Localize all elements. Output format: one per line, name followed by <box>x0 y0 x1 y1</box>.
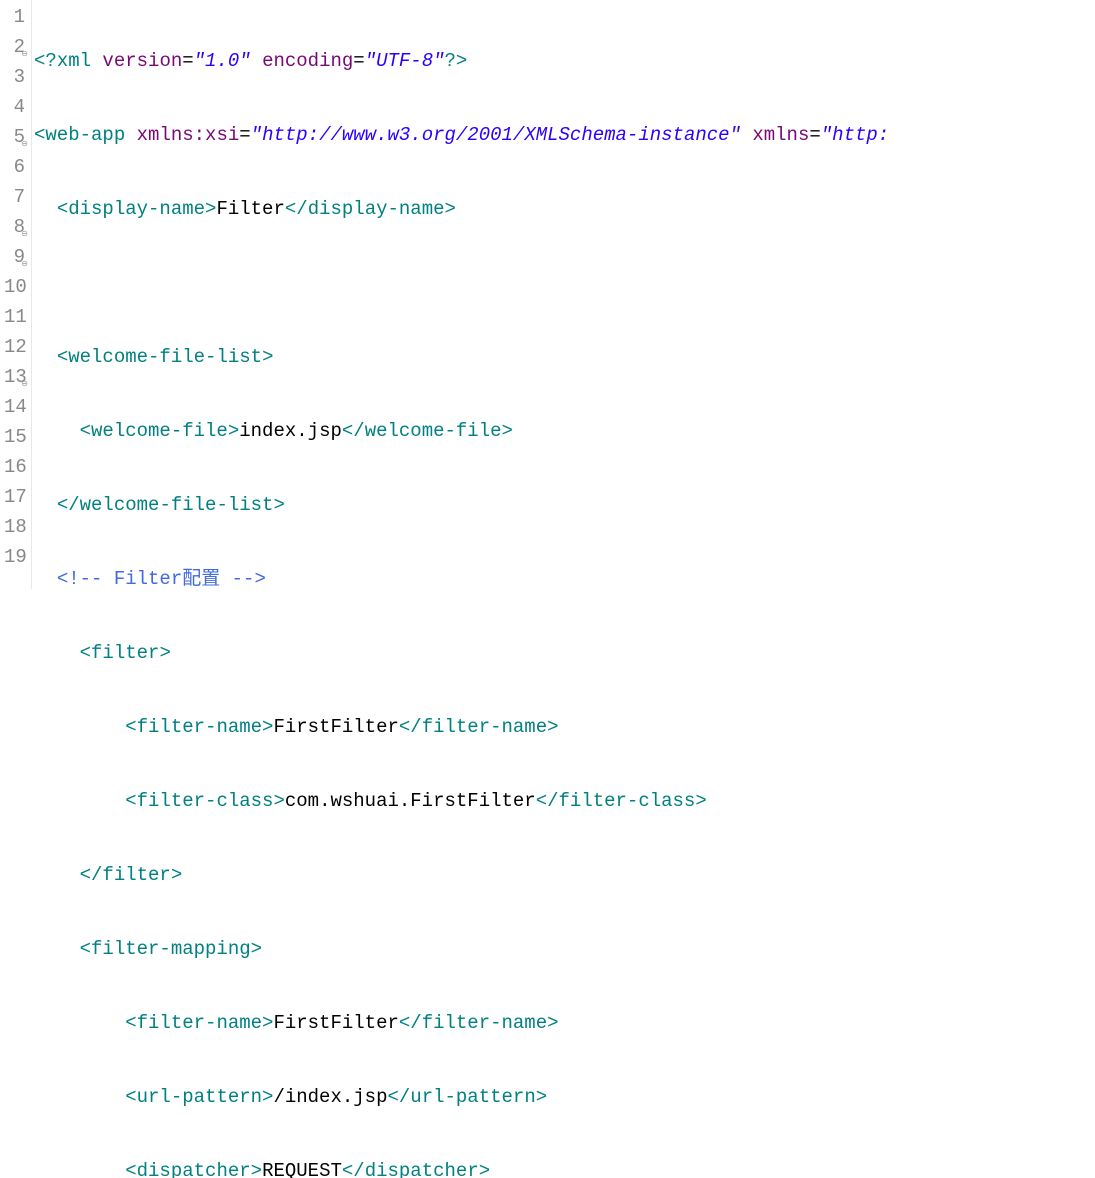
code-line[interactable]: <!-- Filter配置 --> <box>34 564 1095 594</box>
line-number: 7 <box>4 182 25 212</box>
line-number: 11 <box>4 302 25 332</box>
line-number: 14 <box>4 392 25 422</box>
line-number: 6 <box>4 152 25 182</box>
code-line[interactable]: <url-pattern>/index.jsp</url-pattern> <box>34 1082 1095 1112</box>
code-line[interactable]: </welcome-file-list> <box>34 490 1095 520</box>
line-number: 17 <box>4 482 25 512</box>
code-line[interactable]: <filter-class>com.wshuai.FirstFilter</fi… <box>34 786 1095 816</box>
code-line[interactable]: <filter-mapping> <box>34 934 1095 964</box>
line-number: 12 <box>4 332 25 362</box>
code-line[interactable] <box>34 268 1095 298</box>
line-number: 15 <box>4 422 25 452</box>
line-number: 9⊖ <box>4 242 25 272</box>
code-line[interactable]: <filter-name>FirstFilter</filter-name> <box>34 712 1095 742</box>
line-number: 19 <box>4 542 25 572</box>
line-number: 5⊖ <box>4 122 25 152</box>
line-number-gutter: 1 2⊖ 3 4 5⊖ 6 7 8⊖ 9⊖ 10 11 12 13⊖ 14 15… <box>0 0 32 589</box>
line-number: 3 <box>4 62 25 92</box>
code-line[interactable]: <welcome-file-list> <box>34 342 1095 372</box>
code-editor-area[interactable]: <?xml version="1.0" encoding="UTF-8"?> <… <box>32 0 1095 589</box>
code-line[interactable]: <filter> <box>34 638 1095 668</box>
code-line[interactable]: <filter-name>FirstFilter</filter-name> <box>34 1008 1095 1038</box>
line-number: 2⊖ <box>4 32 25 62</box>
line-number: 1 <box>4 2 25 32</box>
code-line[interactable]: </filter> <box>34 860 1095 890</box>
code-line[interactable]: <dispatcher>REQUEST</dispatcher> <box>34 1156 1095 1178</box>
code-line[interactable]: <web-app xmlns:xsi="http://www.w3.org/20… <box>34 120 1095 150</box>
line-number: 10 <box>4 272 25 302</box>
line-number: 8⊖ <box>4 212 25 242</box>
line-number: 16 <box>4 452 25 482</box>
code-line[interactable]: <?xml version="1.0" encoding="UTF-8"?> <box>34 46 1095 76</box>
line-number: 18 <box>4 512 25 542</box>
code-line[interactable]: <welcome-file>index.jsp</welcome-file> <box>34 416 1095 446</box>
line-number: 4 <box>4 92 25 122</box>
line-number: 13⊖ <box>4 362 25 392</box>
code-line[interactable]: <display-name>Filter</display-name> <box>34 194 1095 224</box>
